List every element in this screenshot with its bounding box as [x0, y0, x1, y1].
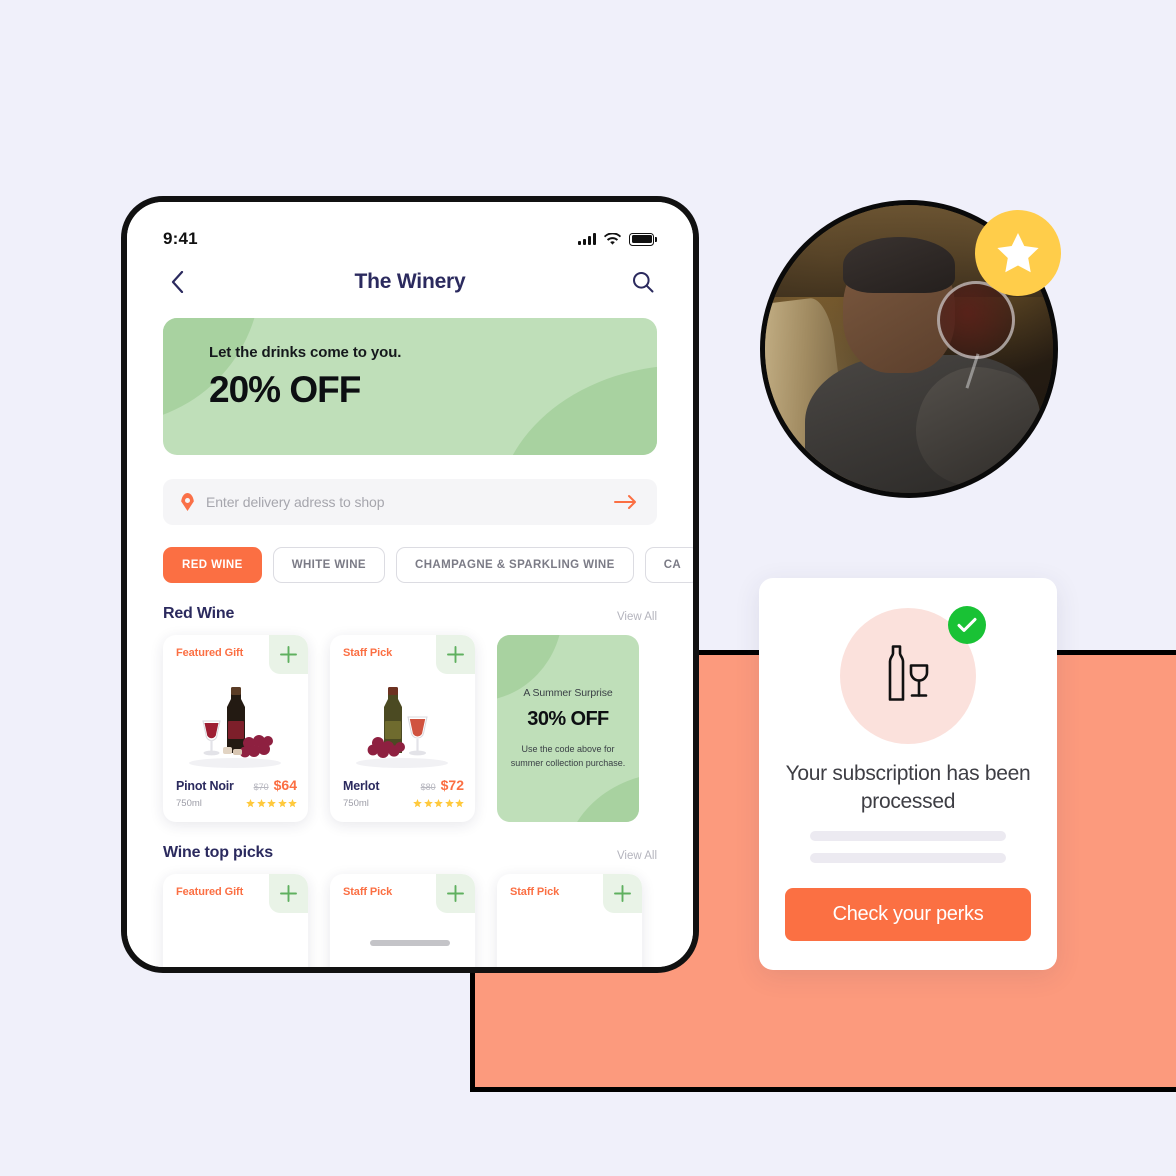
- promo-eyebrow: A Summer Surprise: [523, 687, 613, 700]
- status-bar: 9:41: [127, 202, 693, 250]
- wifi-icon: [604, 232, 621, 245]
- canvas: 9:41 The Winery Let the drinks come to y…: [0, 0, 1176, 1176]
- product-volume: 750ml: [176, 798, 202, 809]
- view-all-wine-top-picks[interactable]: View All: [617, 850, 657, 862]
- wine-bottles-illustration: [501, 343, 631, 455]
- skeleton-line: [810, 831, 1006, 842]
- view-all-red-wine[interactable]: View All: [617, 611, 657, 623]
- back-button[interactable]: [163, 268, 191, 296]
- product-tag: Staff Pick: [343, 647, 393, 659]
- product-card[interactable]: Staff Pick: [330, 874, 475, 967]
- status-time: 9:41: [163, 229, 198, 248]
- search-button[interactable]: [629, 268, 657, 296]
- product-price: $64: [273, 777, 297, 793]
- category-tab-white-wine[interactable]: WHITE WINE: [272, 547, 385, 583]
- subscription-title: Your subscription has been processed: [785, 762, 1031, 813]
- add-to-cart-button[interactable]: [436, 635, 475, 674]
- phone-mockup: 9:41 The Winery Let the drinks come to y…: [121, 196, 699, 973]
- product-card[interactable]: Staff Pick: [330, 635, 475, 822]
- subscription-success-card: Your subscription has been processed Che…: [759, 578, 1057, 970]
- product-card[interactable]: Featured Gift: [163, 635, 308, 822]
- add-to-cart-button[interactable]: [603, 874, 642, 913]
- category-tab-cabernet[interactable]: CA: [644, 547, 693, 583]
- product-volume: 750ml: [343, 798, 369, 809]
- product-card[interactable]: Staff Pick: [497, 874, 642, 967]
- arrow-right-icon: [614, 495, 636, 509]
- product-image: [330, 677, 475, 769]
- promo-headline: 30% OFF: [527, 708, 609, 731]
- product-price: $72: [440, 777, 464, 793]
- promo-hero-banner[interactable]: Let the drinks come to you. 20% OFF: [163, 318, 657, 455]
- section-header-red-wine: Red Wine View All: [163, 605, 657, 623]
- product-tag: Featured Gift: [176, 886, 244, 898]
- product-rating-stars: [413, 799, 464, 808]
- category-tab-red-wine[interactable]: RED WINE: [163, 547, 262, 583]
- location-pin-icon: [181, 493, 194, 511]
- star-badge: [975, 210, 1061, 296]
- product-name: Merlot: [343, 779, 380, 793]
- skeleton-line: [810, 853, 1006, 864]
- wine-bottle-and-glass-icon: [877, 644, 939, 709]
- promo-blob-right: [565, 772, 639, 822]
- status-icons: [578, 232, 657, 246]
- section-title: Wine top picks: [163, 844, 273, 861]
- delivery-submit-button[interactable]: [613, 492, 639, 512]
- summer-promo-card[interactable]: A Summer Surprise 30% OFF Use the code a…: [497, 635, 639, 822]
- subscription-icon-wrap: [840, 606, 986, 744]
- product-row-wine-top-picks: Featured Gift Staff Pick Staff Pick: [163, 874, 693, 967]
- add-to-cart-button[interactable]: [269, 874, 308, 913]
- product-tag: Staff Pick: [343, 886, 393, 898]
- home-indicator[interactable]: [370, 940, 450, 946]
- section-header-wine-top-picks: Wine top picks View All: [163, 844, 657, 862]
- add-to-cart-button[interactable]: [269, 635, 308, 674]
- search-icon: [633, 272, 654, 293]
- plus-icon: [614, 885, 631, 902]
- app-header: The Winery: [127, 250, 693, 304]
- delivery-address-placeholder: Enter delivery adress to shop: [206, 494, 385, 510]
- product-rating-stars: [246, 799, 297, 808]
- plus-icon: [280, 646, 297, 663]
- category-tabs: RED WINE WHITE WINE CHAMPAGNE & SPARKLIN…: [163, 547, 693, 583]
- product-card[interactable]: Featured Gift: [163, 874, 308, 967]
- product-row-red-wine: Featured Gift Pinot Noir $70 $64 750ml S…: [163, 635, 693, 822]
- add-to-cart-button[interactable]: [436, 874, 475, 913]
- check-circle-icon: [948, 606, 986, 644]
- battery-icon: [629, 232, 654, 246]
- product-tag: Staff Pick: [510, 886, 560, 898]
- page-title: The Winery: [354, 270, 466, 293]
- section-title: Red Wine: [163, 605, 235, 622]
- promo-note: Use the code above for summer collection…: [510, 744, 626, 768]
- product-image: [163, 677, 308, 769]
- delivery-address-field[interactable]: Enter delivery adress to shop: [163, 479, 657, 525]
- category-tab-champagne-sparkling-wine[interactable]: CHAMPAGNE & SPARKLING WINE: [395, 547, 634, 583]
- cellular-signal-icon: [578, 233, 596, 245]
- chevron-left-icon: [171, 271, 183, 293]
- plus-icon: [447, 885, 464, 902]
- product-tag: Featured Gift: [176, 647, 244, 659]
- product-old-price: $80: [420, 782, 436, 792]
- star-icon: [997, 233, 1039, 273]
- check-your-perks-button[interactable]: Check your perks: [785, 888, 1031, 942]
- product-old-price: $70: [253, 782, 269, 792]
- product-name: Pinot Noir: [176, 779, 234, 793]
- plus-icon: [447, 646, 464, 663]
- plus-icon: [280, 885, 297, 902]
